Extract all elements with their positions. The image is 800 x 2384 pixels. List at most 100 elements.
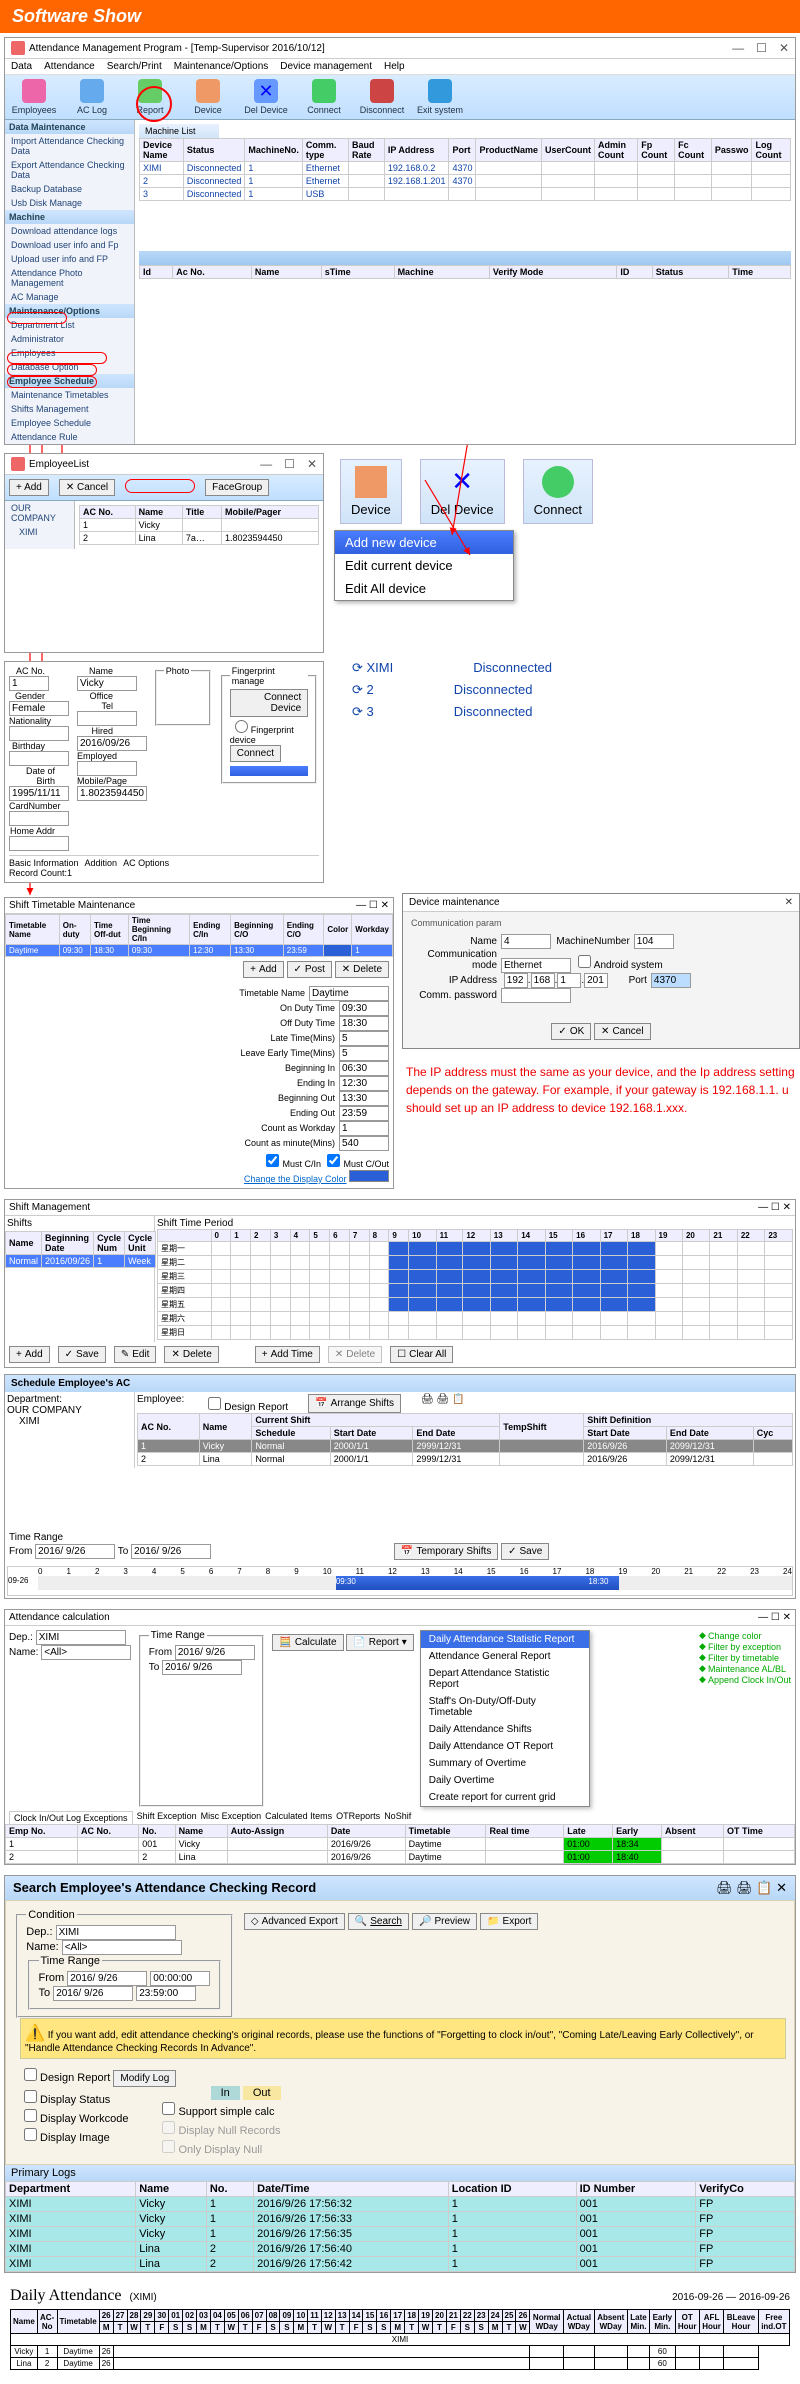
table-row[interactable]: 2LinaNormal2000/1/12999/12/312016/9/2620… — [138, 1453, 793, 1466]
name-select[interactable] — [62, 1940, 182, 1955]
dep-select[interactable] — [56, 1925, 176, 1940]
report-button[interactable]: 📄 Report ▾ — [346, 1634, 414, 1651]
face-group-button[interactable]: FaceGroup — [205, 479, 269, 496]
tab-noshift[interactable]: NoShif — [384, 1811, 411, 1824]
port-input[interactable] — [651, 973, 691, 988]
sidebar-item-download-user[interactable]: Download user info and Fp — [5, 238, 134, 252]
tree-company[interactable]: OUR COMPANY — [5, 501, 74, 525]
sidebar-item-empsched[interactable]: Employee Schedule — [5, 416, 134, 430]
adv-export-button[interactable]: ◇ Advanced Export — [244, 1913, 345, 1930]
link-change-color[interactable]: ◆ Change color — [699, 1630, 791, 1641]
splitter[interactable] — [139, 251, 791, 265]
clearall-button[interactable]: ☐ Clear All — [390, 1346, 453, 1363]
export-button[interactable]: 📁 Export — [480, 1913, 538, 1930]
save-button[interactable]: ✓ Save — [58, 1346, 106, 1363]
tab-ot-reports[interactable]: OTReports — [336, 1811, 380, 1824]
preview-button[interactable]: 🔎 Preview — [412, 1913, 477, 1930]
table-row[interactable]: XIMIVicky12016/9/26 17:56:321001FP — [6, 2197, 795, 2212]
zoom-deldevice-button[interactable]: ✕Del Device — [420, 459, 505, 524]
ip1[interactable] — [504, 973, 528, 988]
tab-machine-list[interactable]: Machine List — [139, 124, 219, 138]
from-date[interactable] — [35, 1544, 115, 1559]
table-row[interactable]: XIMIVicky12016/9/26 17:56:331001FP — [6, 2212, 795, 2227]
list-item[interactable]: ⟳ 2Disconnected — [352, 679, 552, 701]
sidebar-item-attrule[interactable]: Attendance Rule — [5, 430, 134, 444]
from-date[interactable] — [175, 1645, 255, 1660]
add-button[interactable]: + Add — [9, 1346, 50, 1363]
dob-input[interactable] — [9, 786, 69, 801]
connect-button2[interactable]: Connect — [230, 745, 281, 762]
sidebar-item-acmanage[interactable]: AC Manage — [5, 290, 134, 304]
menu-search[interactable]: Search/Print — [107, 61, 162, 72]
tree-company[interactable]: OUR COMPANY — [7, 1405, 132, 1416]
bday-input[interactable] — [9, 751, 69, 766]
menu-data[interactable]: Data — [11, 61, 32, 72]
fp-radio[interactable] — [235, 720, 248, 733]
dep-select[interactable] — [36, 1630, 126, 1645]
table-row[interactable]: Daytime09:3018:3009:3012:3013:3023:591 — [6, 945, 393, 957]
deldevice-button[interactable]: ✕Del Device — [241, 79, 291, 115]
search-button[interactable]: 🔍 Search — [348, 1913, 409, 1930]
tab-shift-exc[interactable]: Shift Exception — [137, 1811, 197, 1824]
list-item[interactable]: ⟳ XIMIDisconnected — [352, 657, 552, 679]
tab-misc-exc[interactable]: Misc Exception — [201, 1811, 262, 1824]
sidebar-item-upload-user[interactable]: Upload user info and FP — [5, 252, 134, 266]
maximize-icon[interactable]: ☐ — [756, 41, 767, 55]
menu-create-rep[interactable]: Create report for current grid — [421, 1789, 589, 1806]
addr-input[interactable] — [9, 836, 69, 851]
link-maint-albl[interactable]: ◆ Maintenance AL/BL — [699, 1663, 791, 1674]
employees-button[interactable]: Employees — [9, 79, 59, 115]
post-button[interactable]: ✓ Post — [287, 961, 332, 978]
close-icon[interactable]: ✕ — [779, 41, 789, 55]
card-input[interactable] — [9, 811, 69, 826]
link-filter-tt[interactable]: ◆ Filter by timetable — [699, 1652, 791, 1663]
menu-daily-ot2[interactable]: Daily Overtime — [421, 1772, 589, 1789]
sidebar-item-download-logs[interactable]: Download attendance logs — [5, 224, 134, 238]
sidebar-item-import[interactable]: Import Attendance Checking Data — [5, 134, 134, 158]
tab-clockinout[interactable]: Clock In/Out Log Exceptions — [9, 1811, 133, 1824]
edit-button[interactable]: ✎ Edit — [114, 1346, 157, 1363]
android-check[interactable] — [578, 955, 591, 968]
ip2[interactable] — [531, 973, 555, 988]
exit-button[interactable]: Exit system — [415, 79, 465, 115]
name-input[interactable] — [77, 676, 137, 691]
menu-maintenance[interactable]: Maintenance/Options — [174, 61, 269, 72]
table-row[interactable]: XIMIDisconnected1Ethernet192.168.0.24370 — [140, 162, 791, 175]
menu-daily-ot[interactable]: Daily Attendance OT Report — [421, 1738, 589, 1755]
menu-edit-device[interactable]: Edit current device — [335, 554, 513, 577]
disp-workcode-check[interactable] — [24, 2109, 37, 2122]
table-row[interactable]: 3Disconnected1USB — [140, 188, 791, 201]
tab-acoptions[interactable]: AC Options — [123, 858, 169, 868]
color-swatch[interactable] — [349, 1170, 389, 1182]
list-item[interactable]: ⟳ 3Disconnected — [352, 701, 552, 723]
table-row[interactable]: Normal2016/09/261Week — [6, 1255, 156, 1268]
sidebar-item-export[interactable]: Export Attendance Checking Data — [5, 158, 134, 182]
pwd-input[interactable] — [501, 988, 571, 1003]
sidebar-item-backup[interactable]: Backup Database — [5, 182, 134, 196]
table-row[interactable]: 22Lina2016/9/26Daytime01:0018:40 — [6, 1851, 795, 1864]
link-filter-exc[interactable]: ◆ Filter by exception — [699, 1641, 791, 1652]
menu-daily-shifts[interactable]: Daily Attendance Shifts — [421, 1721, 589, 1738]
table-row[interactable]: XIMIVicky12016/9/26 17:56:351001FP — [6, 2227, 795, 2242]
sidebar-item-maint-tt[interactable]: Maintenance Timetables — [5, 388, 134, 402]
sidebar-item-admin[interactable]: Administrator — [5, 332, 134, 346]
menu-daily-stat[interactable]: Daily Attendance Statistic Report — [421, 1631, 589, 1648]
menu-depart[interactable]: Depart Attendance Statistic Report — [421, 1665, 589, 1693]
must-cout-check[interactable] — [327, 1154, 340, 1167]
device-button[interactable]: Device — [183, 79, 233, 115]
tree-ximi[interactable]: XIMI — [5, 525, 74, 539]
ip3[interactable] — [557, 973, 581, 988]
table-row[interactable]: XIMILina22016/9/26 17:56:421001FP — [6, 2257, 795, 2272]
connect-button[interactable]: Connect — [299, 79, 349, 115]
table-row[interactable]: 1Vicky — [80, 519, 319, 532]
arrange-button[interactable]: 📅 Arrange Shifts — [308, 1394, 401, 1413]
employed-input[interactable] — [77, 761, 137, 776]
aclog-button[interactable]: AC Log — [67, 79, 117, 115]
cancel-button[interactable]: ✕ Cancel — [594, 1023, 651, 1040]
table-row[interactable]: 2Lina7a…1.8023594450 — [80, 532, 319, 545]
sidebar-item-shifts[interactable]: Shifts Management — [5, 402, 134, 416]
tel-input[interactable] — [77, 711, 137, 726]
tab-calc-items[interactable]: Calculated Items — [265, 1811, 332, 1824]
sidebar-item-usb[interactable]: Usb Disk Manage — [5, 196, 134, 210]
save-button[interactable]: ✓ Save — [501, 1543, 549, 1560]
